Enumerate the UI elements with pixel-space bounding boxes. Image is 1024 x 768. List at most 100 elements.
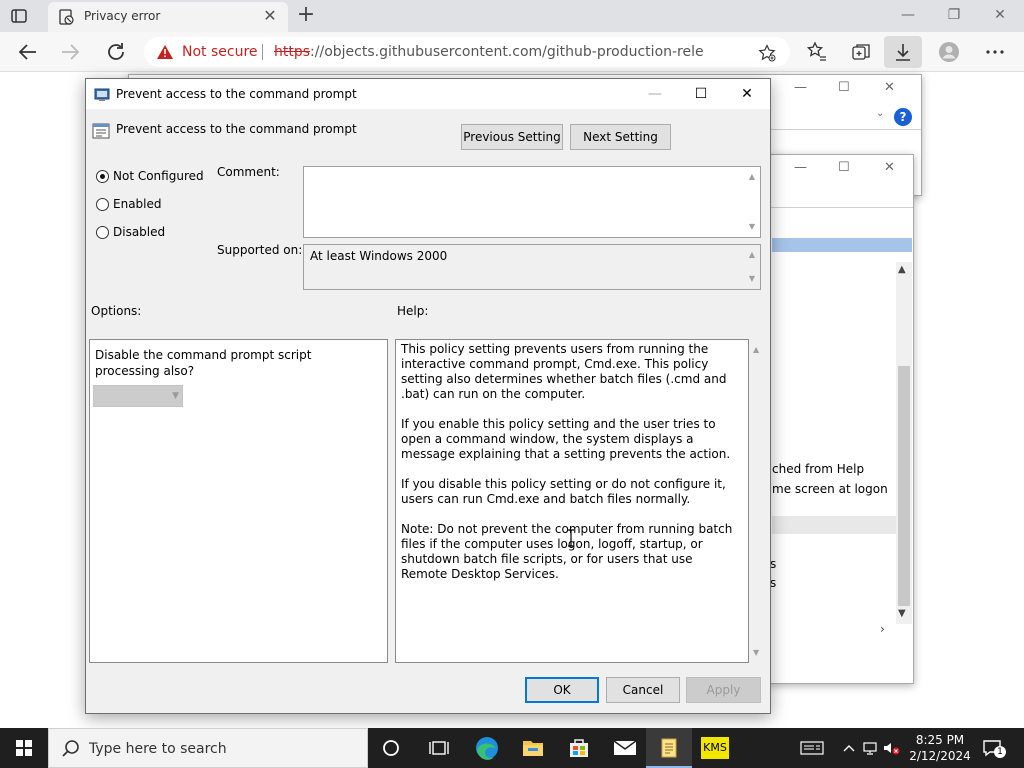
edge-browser-icon[interactable] — [464, 728, 510, 768]
cancel-button[interactable]: Cancel — [606, 677, 680, 703]
bg-minimize-icon[interactable]: — — [794, 80, 807, 95]
bg-scrollbar-thumb[interactable] — [898, 366, 910, 606]
radio-label: Disabled — [113, 225, 166, 239]
radio-indicator[interactable] — [96, 226, 109, 239]
dialog-maximize-icon[interactable]: ☐ — [678, 79, 724, 109]
taskbar: Type here to search KMS 8:25 PM 2/12/202… — [0, 728, 1024, 768]
kms-taskbar-button[interactable]: KMS — [692, 728, 738, 768]
dialog-titlebar[interactable]: Prevent access to the command prompt — ☐… — [86, 79, 770, 109]
radio-indicator[interactable] — [96, 170, 109, 183]
store-icon[interactable] — [556, 728, 602, 768]
language-bar-icon[interactable] — [800, 740, 824, 756]
scroll-down-icon[interactable]: ▼ — [747, 275, 757, 283]
browser-tab[interactable]: Privacy error ✕ — [48, 2, 288, 32]
profile-avatar-icon[interactable] — [938, 41, 960, 63]
comment-textarea[interactable]: ▲ ▼ — [303, 166, 761, 238]
chevron-up-icon[interactable] — [840, 740, 858, 756]
dialog-minimize-icon[interactable]: — — [632, 79, 678, 109]
mouse-cursor-icon — [568, 529, 574, 547]
cortana-icon[interactable] — [368, 728, 414, 768]
bg2-minimize-icon[interactable]: — — [794, 160, 807, 175]
warning-icon[interactable] — [156, 44, 174, 60]
radio-label: Not Configured — [113, 169, 204, 183]
supported-scrollbar[interactable]: ▲ ▼ — [744, 245, 760, 289]
file-explorer-icon[interactable] — [510, 728, 556, 768]
bg-chevron-down-icon[interactable]: ⌄ — [876, 108, 884, 119]
address-divider — [262, 44, 263, 60]
help-text: This policy setting prevents users from … — [401, 342, 741, 597]
background-editor-window[interactable] — [768, 154, 914, 684]
windows-start-icon[interactable] — [0, 728, 48, 768]
download-icon — [896, 44, 910, 61]
radio-label: Enabled — [113, 197, 162, 211]
option-description: Disable the command prompt script proces… — [95, 348, 312, 378]
bg-close-icon[interactable]: ✕ — [884, 80, 895, 95]
bg-list-row[interactable] — [772, 516, 896, 534]
task-view-icon[interactable] — [416, 728, 462, 768]
options-label: Options: — [91, 304, 142, 318]
network-icon[interactable] — [862, 740, 880, 756]
settings-more-icon[interactable] — [984, 41, 1006, 63]
url-text[interactable]: https://objects.githubusercontent.com/gi… — [274, 44, 704, 60]
downloads-button[interactable] — [884, 36, 922, 68]
chevron-down-icon: ▼ — [172, 391, 179, 401]
new-tab-icon[interactable]: + — [296, 4, 316, 26]
bg-scroll-right-icon[interactable]: › — [880, 622, 885, 636]
notification-center-button[interactable]: 1 — [978, 736, 1008, 760]
bg-scroll-up-icon[interactable]: ▲ — [898, 264, 906, 275]
comment-scrollbar[interactable]: ▲ ▼ — [744, 167, 760, 237]
taskbar-search[interactable]: Type here to search — [48, 728, 368, 768]
comment-label: Comment: — [217, 165, 280, 179]
help-paragraph: If you enable this policy setting and th… — [401, 417, 731, 461]
radio-indicator[interactable] — [96, 198, 109, 211]
url-scheme: https — [274, 44, 311, 60]
restore-icon[interactable]: ❐ — [934, 4, 974, 28]
scroll-up-icon[interactable]: ▲ — [747, 251, 757, 259]
help-icon[interactable]: ? — [894, 108, 912, 126]
help-scrollbar[interactable]: ▲ ▼ — [750, 339, 766, 663]
policy-name: Prevent access to the command prompt — [116, 122, 357, 136]
notepad-taskbar-button[interactable] — [646, 728, 692, 768]
apply-button[interactable]: Apply — [686, 677, 761, 703]
system-clock[interactable]: 8:25 PM 2/12/2024 — [908, 732, 972, 764]
window-close-icon[interactable]: ✕ — [980, 4, 1020, 28]
next-setting-button[interactable]: Next Setting — [570, 124, 671, 150]
favorite-star-icon[interactable] — [758, 44, 776, 62]
bg2-close-icon[interactable]: ✕ — [884, 160, 895, 175]
bg-selected-row[interactable] — [772, 238, 912, 252]
supported-on-value: At least Windows 2000 — [310, 249, 448, 263]
previous-setting-button[interactable]: Previous Setting — [461, 124, 563, 150]
collections-icon[interactable] — [850, 41, 872, 63]
help-panel: This policy setting prevents users from … — [395, 339, 749, 663]
ok-button[interactable]: OK — [525, 677, 599, 703]
dialog-close-icon[interactable]: ✕ — [724, 79, 770, 109]
bg2-maximize-icon[interactable]: ☐ — [838, 160, 850, 175]
bg-scroll-down-icon[interactable]: ▼ — [898, 608, 906, 619]
help-paragraph: This policy setting prevents users from … — [401, 342, 727, 401]
favorites-icon[interactable] — [806, 41, 828, 63]
dialog-title: Prevent access to the command prompt — [116, 87, 357, 101]
mail-icon[interactable] — [602, 728, 648, 768]
not-secure-label[interactable]: Not secure — [182, 44, 258, 60]
scroll-down-icon[interactable]: ▼ — [747, 223, 757, 231]
address-bar[interactable]: Not secure https://objects.githubusercon… — [144, 37, 790, 67]
forward-icon[interactable] — [58, 40, 82, 64]
volume-muted-icon[interactable] — [882, 740, 900, 756]
policy-dialog: Prevent access to the command prompt — ☐… — [85, 78, 771, 714]
clock-date: 2/12/2024 — [909, 749, 971, 763]
scroll-up-icon[interactable]: ▲ — [753, 345, 759, 354]
back-icon[interactable] — [16, 40, 40, 64]
refresh-icon[interactable] — [104, 40, 128, 64]
bg-list-text[interactable]: me screen at logon — [772, 482, 888, 496]
scroll-up-icon[interactable]: ▲ — [747, 173, 757, 181]
scroll-down-icon[interactable]: ▼ — [753, 648, 759, 657]
script-processing-dropdown[interactable]: ▼ — [93, 385, 183, 407]
policy-setting-icon — [92, 123, 110, 139]
tab-actions-icon[interactable] — [10, 7, 28, 25]
bg-list-text[interactable]: ched from Help — [772, 462, 864, 476]
notepad-icon — [661, 738, 677, 758]
supported-on-label: Supported on: — [217, 243, 303, 257]
bg-maximize-icon[interactable]: ☐ — [838, 80, 850, 95]
minimize-icon[interactable]: — — [888, 4, 928, 28]
tab-close-icon[interactable]: ✕ — [262, 8, 278, 24]
